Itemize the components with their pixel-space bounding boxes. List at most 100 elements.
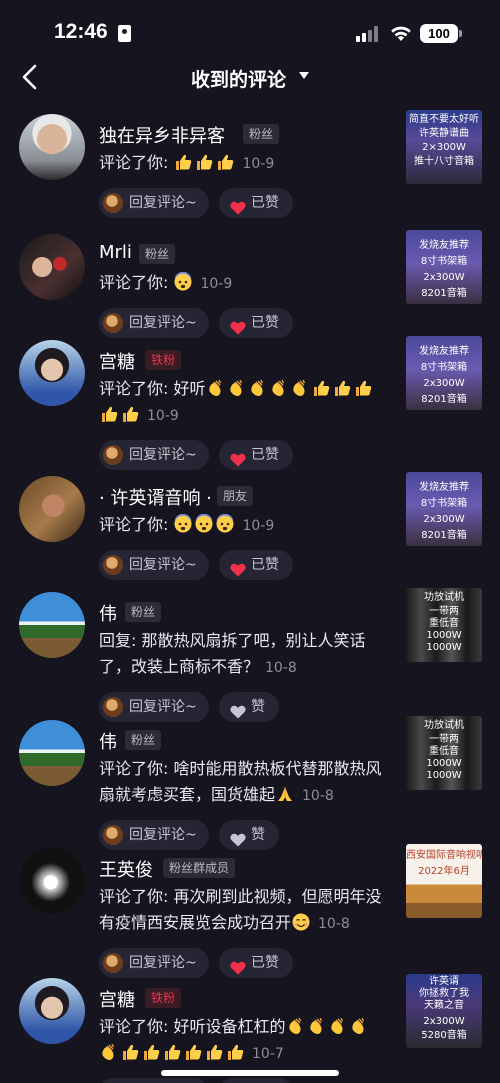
- avatar[interactable]: [19, 848, 85, 914]
- username[interactable]: 宫糖: [99, 348, 135, 374]
- comment-text[interactable]: 回复: 那散热风扇拆了吧，别让人笑话了，改装上商标不香？ 10-8: [99, 628, 389, 681]
- fearful-face-emoji-icon: [173, 271, 193, 292]
- caret-down-icon[interactable]: [299, 72, 309, 79]
- comment-text[interactable]: 评论了你: 10-9: [99, 150, 389, 177]
- reply-label: 回复评论~: [129, 955, 197, 971]
- liked-button[interactable]: 已赞: [219, 440, 293, 470]
- thumbnail-caption: 2x300W: [423, 378, 465, 389]
- thumbnail-caption: 功放试机: [424, 592, 464, 603]
- heart-icon: [230, 558, 246, 577]
- thumbnail-caption: 重低音: [429, 618, 459, 629]
- like-button[interactable]: 赞: [219, 692, 279, 722]
- home-indicator[interactable]: [161, 1070, 339, 1076]
- username[interactable]: 宫糖: [99, 986, 135, 1012]
- username[interactable]: 伟: [99, 728, 117, 754]
- reply-comment-button[interactable]: 回复评论~: [99, 440, 209, 470]
- video-thumbnail[interactable]: 功放试机 一带两 重低音 1000W 1000W: [406, 716, 482, 790]
- avatar[interactable]: [19, 592, 85, 658]
- avatar[interactable]: [19, 340, 85, 406]
- reply-comment-button[interactable]: 回复评论~: [99, 1078, 209, 1083]
- page-title[interactable]: 收到的评论: [191, 65, 286, 92]
- back-button[interactable]: [16, 62, 46, 92]
- avatar[interactable]: [19, 720, 85, 786]
- comment-text[interactable]: 评论了你: 啥时能用散热板代替那散热风扇就考虑买套，国货雄起 10-8: [99, 756, 389, 809]
- thumbnail-caption: 一带两: [429, 734, 459, 745]
- liked-button[interactable]: 已赞: [219, 188, 293, 218]
- username[interactable]: 伟: [99, 600, 117, 626]
- video-thumbnail[interactable]: 功放试机 一带两 重低音 1000W 1000W: [406, 588, 482, 662]
- comment-prefix: 评论了你:: [99, 1017, 174, 1036]
- username[interactable]: 王英俊: [99, 856, 153, 882]
- reply-comment-button[interactable]: 回复评论~: [99, 692, 209, 722]
- video-thumbnail[interactable]: 西安国际音响视听展 2022年6月: [406, 844, 482, 918]
- liked-button[interactable]: 已赞: [219, 308, 293, 338]
- comment-text[interactable]: 评论了你: 10-9: [99, 270, 389, 297]
- liked-button[interactable]: 已赞: [219, 1078, 293, 1083]
- thumbnail-caption: 8寸书架箱: [420, 498, 468, 509]
- thumbnail-caption: 你拯救了我: [419, 988, 469, 999]
- heart-icon: [230, 448, 246, 467]
- reply-comment-button[interactable]: 回复评论~: [99, 820, 209, 850]
- reply-comment-button[interactable]: 回复评论~: [99, 550, 209, 580]
- comment-prefix: 评论了你:: [99, 515, 174, 534]
- thumbs-up-emoji-icon: [311, 378, 331, 398]
- comment-text[interactable]: 评论了你: 10-9: [99, 512, 389, 539]
- comment-body: 好听: [173, 379, 206, 398]
- comment-date: 10-9: [242, 156, 275, 172]
- thumbnail-caption: 2×300W: [422, 142, 466, 153]
- video-thumbnail[interactable]: 发烧友推荐 8寸书架箱 2x300W 8201音箱: [406, 336, 482, 410]
- reply-comment-button[interactable]: 回复评论~: [99, 188, 209, 218]
- clap-emoji-icon: [99, 1042, 119, 1062]
- like-label: 已赞: [251, 315, 279, 331]
- user-badge: 粉丝: [125, 730, 162, 750]
- thumbnail-caption: 8寸书架箱: [420, 256, 468, 267]
- heart-icon: [230, 956, 246, 975]
- like-button[interactable]: 赞: [219, 820, 279, 850]
- like-label: 赞: [251, 827, 265, 843]
- comment-date: 10-8: [318, 916, 350, 932]
- reply-comment-button[interactable]: 回复评论~: [99, 948, 209, 978]
- comment-text[interactable]: 评论了你: 好听设备杠杠的 10-7: [99, 1014, 389, 1067]
- user-badge: 粉丝: [125, 602, 162, 622]
- video-thumbnail[interactable]: 许英谞 你拯救了我 天籁之音 2x300W 5280音箱: [406, 974, 482, 1048]
- reply-comment-button[interactable]: 回复评论~: [99, 308, 209, 338]
- like-label: 已赞: [251, 955, 279, 971]
- thumbnail-caption: 发烧友推荐: [419, 240, 469, 251]
- liked-button[interactable]: 已赞: [219, 550, 293, 580]
- my-avatar: [103, 193, 123, 213]
- avatar[interactable]: [19, 114, 85, 180]
- user-badge: 粉丝群成员: [163, 858, 236, 878]
- comment-date: 10-9: [242, 518, 275, 534]
- reply-label: 回复评论~: [129, 699, 197, 715]
- user-badge: 铁粉: [145, 988, 182, 1008]
- thumbnail-caption: 8寸书架箱: [420, 362, 468, 373]
- video-thumbnail[interactable]: 简直不要太好听 许英静谱曲 2×300W 推十八寸音箱: [406, 110, 482, 184]
- thumbnail-caption: 1000W: [426, 642, 462, 653]
- comment-text[interactable]: 评论了你: 再次刷到此视频，但愿明年没有疫情西安展览会成功召开 10-8: [99, 884, 389, 937]
- comment-text[interactable]: 评论了你: 好听 10-9: [99, 376, 389, 429]
- heart-icon: [230, 828, 246, 847]
- thumbs-up-emoji-icon: [332, 378, 352, 398]
- clap-emoji-icon: [206, 378, 226, 398]
- clap-emoji-icon: [248, 378, 268, 398]
- reply-label: 回复评论~: [129, 827, 197, 843]
- my-avatar: [103, 953, 123, 973]
- avatar[interactable]: [19, 476, 85, 542]
- cellular-signal-icon: [356, 26, 380, 42]
- username[interactable]: · 许英谞音响 ·: [99, 484, 212, 510]
- thumbs-up-emoji-icon: [183, 1042, 203, 1062]
- my-avatar: [103, 313, 123, 333]
- thumbs-up-emoji-icon: [120, 404, 140, 424]
- thumbs-up-emoji-icon: [353, 378, 373, 398]
- heart-icon: [230, 316, 246, 335]
- username[interactable]: Mrli: [99, 242, 132, 263]
- video-thumbnail[interactable]: 发烧友推荐 8寸书架箱 2x300W 8201音箱: [406, 230, 482, 304]
- avatar[interactable]: [19, 234, 85, 300]
- thumbs-up-emoji-icon: [194, 152, 214, 172]
- clap-emoji-icon: [328, 1016, 348, 1036]
- username[interactable]: 独在异乡非异客: [99, 122, 225, 148]
- comment-prefix: 评论了你:: [99, 379, 174, 398]
- video-thumbnail[interactable]: 发烧友推荐 8寸书架箱 2x300W 8201音箱: [406, 472, 482, 546]
- avatar[interactable]: [19, 978, 85, 1044]
- liked-button[interactable]: 已赞: [219, 948, 293, 978]
